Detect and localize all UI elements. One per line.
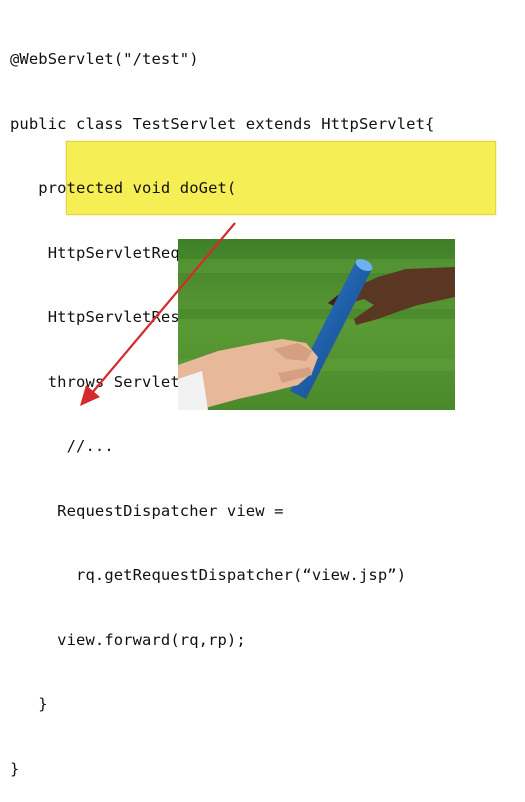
code-line-highlighted: RequestDispatcher view =: [10, 501, 284, 520]
code-line: }: [10, 695, 48, 713]
code-line: }: [10, 759, 20, 778]
red-arrow-icon: [80, 222, 236, 406]
code-line-highlighted: view.forward(rq,rp);: [10, 630, 246, 649]
code-line-highlighted: rq.getRequestDispatcher(“view.jsp”): [10, 566, 407, 584]
code-line: //...: [10, 437, 114, 455]
